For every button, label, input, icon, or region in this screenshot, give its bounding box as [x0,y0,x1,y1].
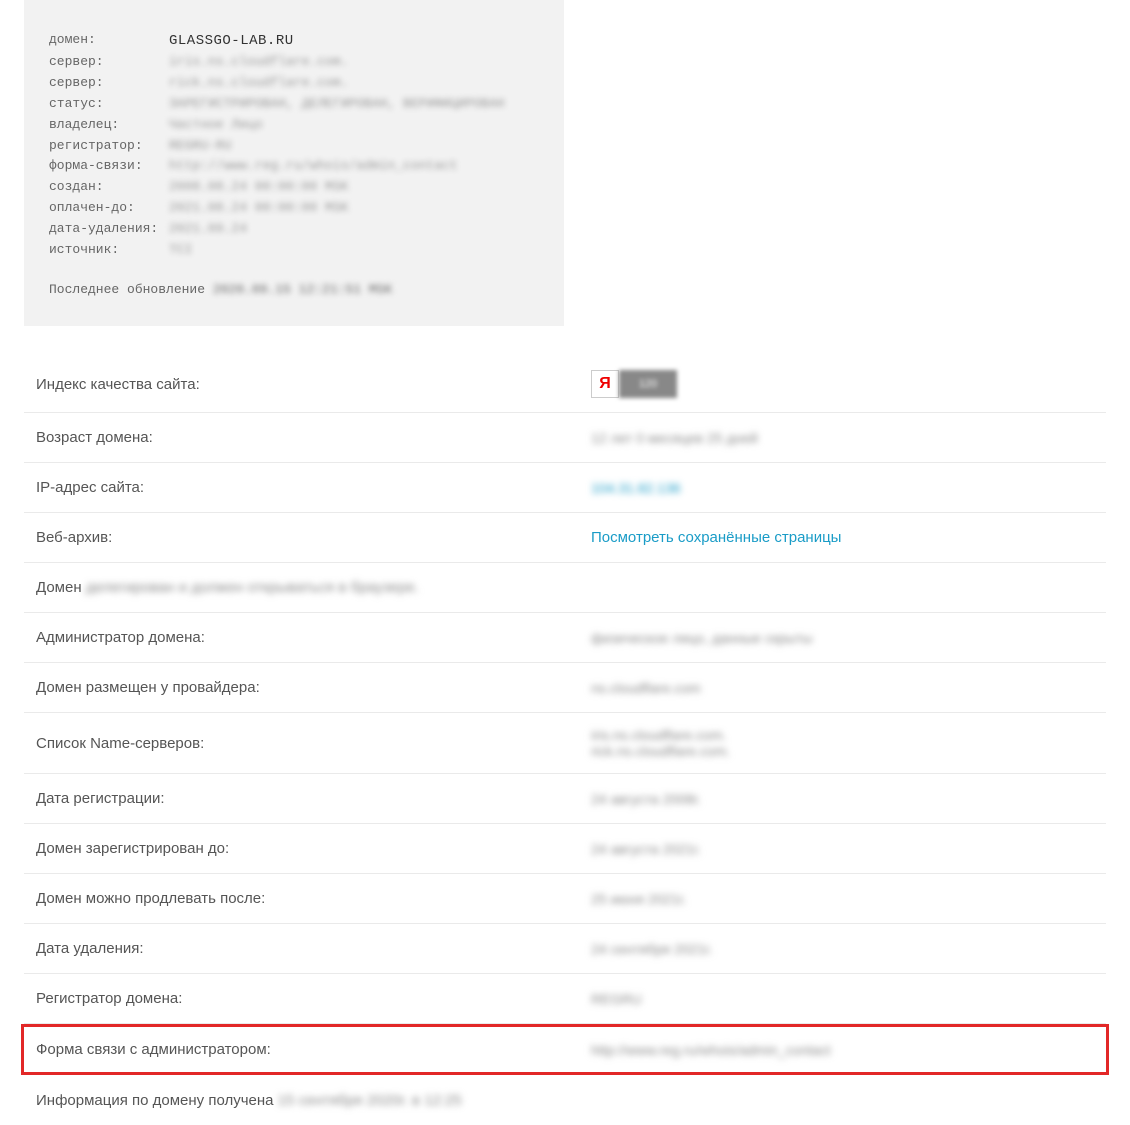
whois-key: регистратор: [49,136,169,157]
whois-value: rick.ns.cloudflare.com. [169,73,348,94]
whois-key: дата-удаления: [49,219,169,240]
row-delete: Дата удаления: 24 сентября 2021г. [24,924,1106,974]
age-value: 12 лет 0 месяцев 25 дней [591,430,758,446]
row-delegated: Домен делегирован и должен открываться в… [24,563,1106,613]
whois-value: 2008.08.24 00:00:00 MSK [169,177,348,198]
row-ip: IP-адрес сайта: 104.31.82.136 [24,463,1106,513]
whois-row: регистратор:REGRU-RU [49,136,539,157]
delete-label: Дата удаления: [36,940,591,957]
row-registrar: Регистратор домена: REGRU [24,974,1106,1024]
contact-value[interactable]: http://www.reg.ru/whois/admin_contact [591,1042,831,1058]
whois-row: форма-связи:http://www.reg.ru/whois/admi… [49,156,539,177]
ns-value-1: iris.ns.cloudflare.com. [591,727,730,743]
registrar-value: REGRU [591,991,642,1007]
delegated-prefix: Домен [36,579,86,596]
ns-value-2: rick.ns.cloudflare.com. [591,743,730,759]
whois-row: домен:GLASSGO-LAB.RU [49,30,539,52]
provider-value: ns.cloudflare.com [591,680,701,696]
contact-label: Форма связи с администратором: [36,1041,591,1058]
whois-row: владелец:Частное Лицо [49,115,539,136]
whois-row: оплачен-до:2021.08.24 00:00:00 MSK [49,198,539,219]
whois-value: 2021.09.24 [169,219,247,240]
reguntil-value: 24 августа 2021г. [591,841,701,857]
yandex-icon: Я [591,370,619,398]
delegated-blur: делегирован и должен открываться в брауз… [86,579,419,596]
row-obtained: Информация по домену получена 15 сентябр… [24,1075,1106,1125]
ns-value: iris.ns.cloudflare.com. rick.ns.cloudfla… [591,727,730,759]
whois-row: сервер:rick.ns.cloudflare.com. [49,73,539,94]
renew-value: 25 июня 2021г. [591,891,686,907]
archive-label: Веб-архив: [36,529,591,546]
obtained-line: Информация по домену получена 15 сентябр… [36,1092,462,1109]
whois-update-date: 2020.09.15 12:21:51 MSK [213,280,392,301]
registrar-label: Регистратор домена: [36,990,591,1007]
row-archive: Веб-архив: Посмотреть сохранённые страни… [24,513,1106,563]
row-provider: Домен размещен у провайдера: ns.cloudfla… [24,663,1106,713]
whois-value: TCI [169,240,192,261]
row-admin: Администратор домена: физическое лицо, д… [24,613,1106,663]
whois-key: владелец: [49,115,169,136]
whois-key: домен: [49,30,169,52]
whois-key: статус: [49,94,169,115]
quality-label: Индекс качества сайта: [36,376,591,393]
regdate-value: 24 августа 2008г. [591,791,701,807]
whois-key: источник: [49,240,169,261]
row-reguntil: Домен зарегистрирован до: 24 августа 202… [24,824,1106,874]
whois-row: создан:2008.08.24 00:00:00 MSK [49,177,539,198]
whois-row: дата-удаления:2021.09.24 [49,219,539,240]
row-ns: Список Name-серверов: iris.ns.cloudflare… [24,713,1106,774]
delegated-line: Домен делегирован и должен открываться в… [36,579,419,596]
reguntil-label: Домен зарегистрирован до: [36,840,591,857]
ns-label: Список Name-серверов: [36,735,591,752]
quality-value: Я 120 [591,370,677,398]
whois-value: REGRU-RU [169,136,231,157]
whois-value: 2021.08.24 00:00:00 MSK [169,198,348,219]
row-age: Возраст домена: 12 лет 0 месяцев 25 дней [24,413,1106,463]
yandex-badge: Я 120 [591,370,677,398]
whois-rows: домен:GLASSGO-LAB.RUсервер:iris.ns.cloud… [49,30,539,260]
whois-key: сервер: [49,73,169,94]
row-quality: Индекс качества сайта: Я 120 [24,356,1106,413]
row-regdate: Дата регистрации: 24 августа 2008г. [24,774,1106,824]
whois-update-prefix: Последнее обновление [49,282,213,297]
whois-value: http://www.reg.ru/whois/admin_contact [169,156,458,177]
obtained-blur: 15 сентября 2020г. в 12:25 [278,1092,462,1109]
renew-label: Домен можно продлевать после: [36,890,591,907]
yandex-score: 120 [619,370,677,398]
archive-link[interactable]: Посмотреть сохранённые страницы [591,529,841,546]
whois-row: статус:ЗАРЕГИСТРИРОВАН, ДЕЛЕГИРОВАН, ВЕР… [49,94,539,115]
row-contact-form: Форма связи с администратором: http://ww… [21,1024,1109,1075]
whois-box: домен:GLASSGO-LAB.RUсервер:iris.ns.cloud… [24,0,564,326]
whois-value: ЗАРЕГИСТРИРОВАН, ДЕЛЕГИРОВАН, ВЕРИФИЦИРО… [169,94,504,115]
whois-key: оплачен-до: [49,198,169,219]
regdate-label: Дата регистрации: [36,790,591,807]
ip-label: IP-адрес сайта: [36,479,591,496]
whois-update-line: Последнее обновление 2020.09.15 12:21:51… [49,280,539,301]
age-label: Возраст домена: [36,429,591,446]
obtained-prefix: Информация по домену получена [36,1092,278,1109]
whois-row: источник:TCI [49,240,539,261]
admin-value: физическое лицо, данные скрыты [591,630,812,646]
ip-value[interactable]: 104.31.82.136 [591,480,681,496]
row-renew: Домен можно продлевать после: 25 июня 20… [24,874,1106,924]
delete-value: 24 сентября 2021г. [591,941,713,957]
whois-row: сервер:iris.ns.cloudflare.com. [49,52,539,73]
info-table: Индекс качества сайта: Я 120 Возраст дом… [0,356,1130,1125]
admin-label: Администратор домена: [36,629,591,646]
whois-value: Частное Лицо [169,115,263,136]
whois-key: сервер: [49,52,169,73]
provider-label: Домен размещен у провайдера: [36,679,591,696]
whois-value: GLASSGO-LAB.RU [169,30,294,52]
whois-key: создан: [49,177,169,198]
whois-key: форма-связи: [49,156,169,177]
whois-value: iris.ns.cloudflare.com. [169,52,348,73]
